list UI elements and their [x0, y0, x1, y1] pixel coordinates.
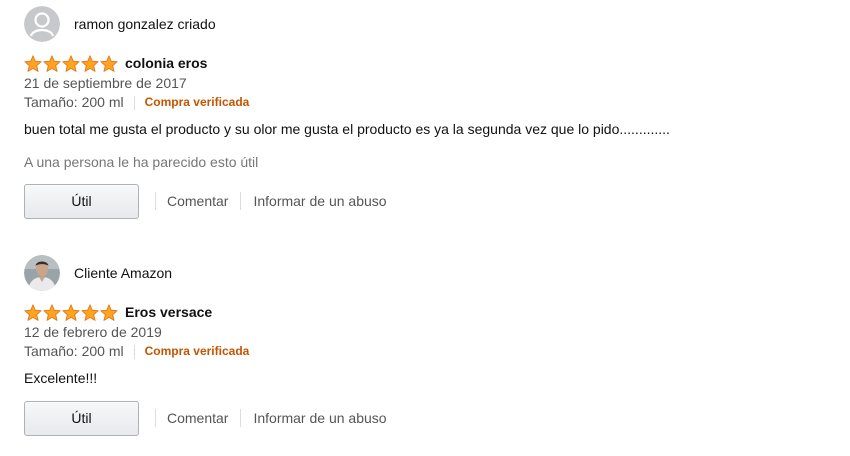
divider: [133, 95, 135, 110]
review-body: buen total me gusta el producto y su olo…: [24, 121, 670, 137]
verified-purchase-badge: Compra verificada: [144, 95, 250, 109]
divider: [155, 409, 156, 427]
star-icon: [43, 303, 61, 321]
star-icon: [81, 303, 99, 321]
review-date: 12 de febrero de 2019: [24, 324, 162, 340]
review-actions: Útil Comentar Informar de un abuso: [24, 400, 824, 436]
review-item: ramon gonzalez criado colonia eros 21 de…: [24, 6, 824, 219]
star-icon: [24, 54, 42, 72]
star-icon: [43, 54, 61, 72]
divider: [240, 409, 242, 427]
review-meta: Tamaño: 200 ml Compra verificada: [24, 93, 824, 112]
divider: [155, 192, 156, 210]
user-photo-avatar: [24, 255, 60, 291]
star-icon: [62, 303, 80, 321]
product-size[interactable]: Tamaño: 200 ml: [24, 342, 124, 361]
comment-link[interactable]: Comentar: [167, 193, 228, 209]
star-icon: [62, 54, 80, 72]
star-icon: [81, 54, 99, 72]
star-rating[interactable]: [24, 303, 118, 321]
default-avatar-icon: [24, 6, 60, 42]
reviewer-profile[interactable]: ramon gonzalez criado: [24, 6, 824, 42]
review-meta: Tamaño: 200 ml Compra verificada: [24, 342, 824, 361]
review-actions: Útil Comentar Informar de un abuso: [24, 183, 824, 219]
review-date: 21 de septiembre de 2017: [24, 75, 187, 91]
star-icon: [100, 303, 118, 321]
helpful-count: A una persona le ha parecido esto útil: [24, 154, 259, 170]
reviewer-name[interactable]: ramon gonzalez criado: [74, 16, 216, 32]
helpful-button[interactable]: Útil: [24, 400, 139, 436]
star-icon: [100, 54, 118, 72]
review-title[interactable]: Eros versace: [125, 304, 212, 320]
reviewer-profile[interactable]: Cliente Amazon: [24, 255, 824, 291]
comment-link[interactable]: Comentar: [167, 410, 228, 426]
divider: [133, 344, 135, 359]
star-icon: [24, 303, 42, 321]
divider: [240, 192, 242, 210]
report-abuse-link[interactable]: Informar de un abuso: [253, 410, 386, 426]
review-body: Excelente!!!: [24, 370, 98, 386]
report-abuse-link[interactable]: Informar de un abuso: [253, 193, 386, 209]
review-title[interactable]: colonia eros: [125, 55, 207, 71]
star-rating[interactable]: [24, 54, 118, 72]
verified-purchase-badge: Compra verificada: [144, 344, 250, 358]
review-title-row: colonia eros: [24, 54, 824, 72]
review-title-row: Eros versace: [24, 303, 824, 321]
reviewer-name[interactable]: Cliente Amazon: [74, 265, 172, 281]
review-item: Cliente Amazon Eros versace 12 de febrer…: [24, 255, 824, 436]
product-size[interactable]: Tamaño: 200 ml: [24, 93, 124, 112]
helpful-button[interactable]: Útil: [24, 183, 139, 219]
